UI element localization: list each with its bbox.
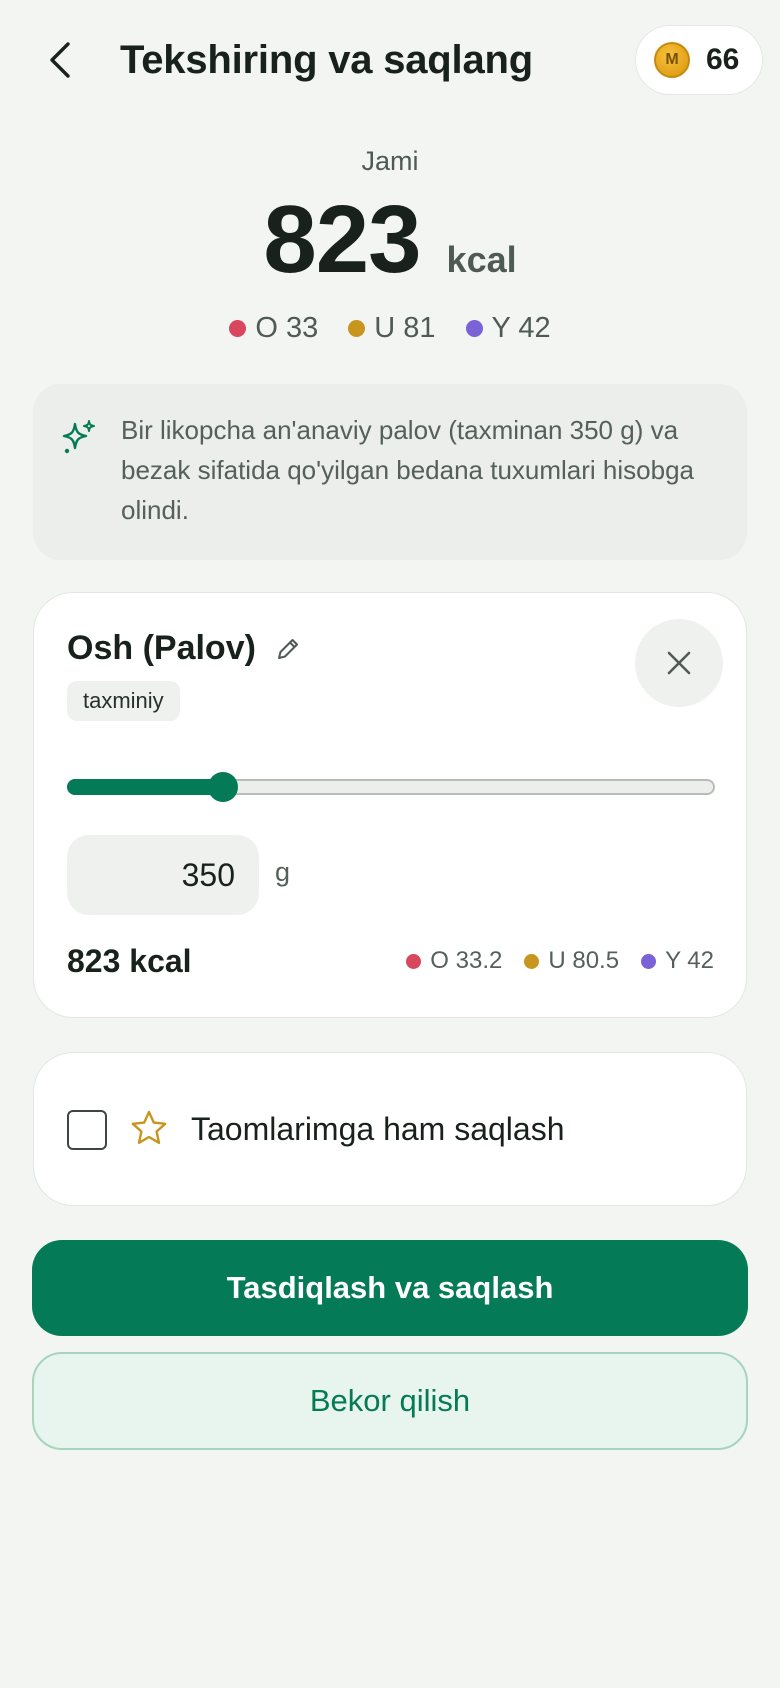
food-macro-protein: O 33.2 <box>406 947 502 975</box>
slider-fill <box>67 779 223 795</box>
food-macro-fat: Y 42 <box>641 947 714 975</box>
macro-dot <box>641 953 657 969</box>
macro-protein: O 33 <box>229 312 318 345</box>
food-name-row: Osh (Palov) <box>67 629 302 668</box>
macro-carbs: U 81 <box>348 312 436 345</box>
pencil-icon <box>277 638 298 659</box>
total-macros: O 33 U 81 Y 42 <box>0 312 780 345</box>
food-kcal: 823 kcal <box>67 943 192 979</box>
confirm-save-button[interactable]: Tasdiqlash va saqlash <box>32 1240 748 1336</box>
total-kcal-unit: kcal <box>446 239 517 280</box>
macro-label: Y 42 <box>491 312 551 344</box>
save-to-meals-option[interactable]: Taomlarimga ham saqlash <box>33 1052 747 1206</box>
macro-fat: Y 42 <box>465 312 551 345</box>
food-macro-carbs: U 80.5 <box>524 947 619 975</box>
macro-label: O 33 <box>255 312 319 344</box>
coin-count: 66 <box>706 43 740 76</box>
macro-dot <box>406 953 422 969</box>
macro-dot <box>465 320 483 337</box>
save-to-meals-checkbox[interactable] <box>67 1110 107 1150</box>
ai-note-text: Bir likopcha an'anaviy palov (taxminan 3… <box>121 415 695 525</box>
save-to-meals-label: Taomlarimga ham saqlash <box>191 1111 565 1147</box>
estimate-badge: taxminiy <box>67 681 180 721</box>
macro-dot <box>348 320 366 337</box>
macro-label: Y 42 <box>665 947 714 974</box>
food-item-card: Osh (Palov) taxminiy g 823 kcal O 33.2 U… <box>33 592 747 1018</box>
total-calories: 823 kcal <box>0 190 780 290</box>
macro-dot <box>524 953 540 969</box>
macro-label: U 81 <box>374 312 436 344</box>
ai-note: Bir likopcha an'anaviy palov (taxminan 3… <box>33 384 747 560</box>
page-title: Tekshiring va saqlang <box>120 38 533 82</box>
portion-slider[interactable] <box>67 769 715 807</box>
coin-balance[interactable]: M 66 <box>635 25 763 95</box>
total-kcal-value: 823 <box>263 186 421 293</box>
chevron-left-icon <box>50 42 70 78</box>
sparkle-icon <box>62 420 95 454</box>
edit-name-button[interactable] <box>274 635 302 663</box>
slider-thumb[interactable] <box>208 772 238 802</box>
close-icon <box>667 651 691 675</box>
macro-label: O 33.2 <box>430 947 503 974</box>
grams-input[interactable] <box>67 835 259 915</box>
coin-icon: M <box>654 42 690 78</box>
header: Tekshiring va saqlang M 66 <box>0 0 780 120</box>
back-button[interactable] <box>36 32 84 88</box>
macro-label: U 80.5 <box>548 947 620 974</box>
macro-dot <box>229 320 247 337</box>
food-macros: O 33.2 U 80.5 Y 42 <box>406 947 714 975</box>
total-label: Jami <box>361 146 419 176</box>
food-name: Osh (Palov) <box>67 629 256 667</box>
cancel-button[interactable]: Bekor qilish <box>32 1352 748 1450</box>
star-icon <box>131 1110 167 1144</box>
grams-unit: g <box>275 857 291 887</box>
remove-item-button[interactable] <box>635 619 723 707</box>
